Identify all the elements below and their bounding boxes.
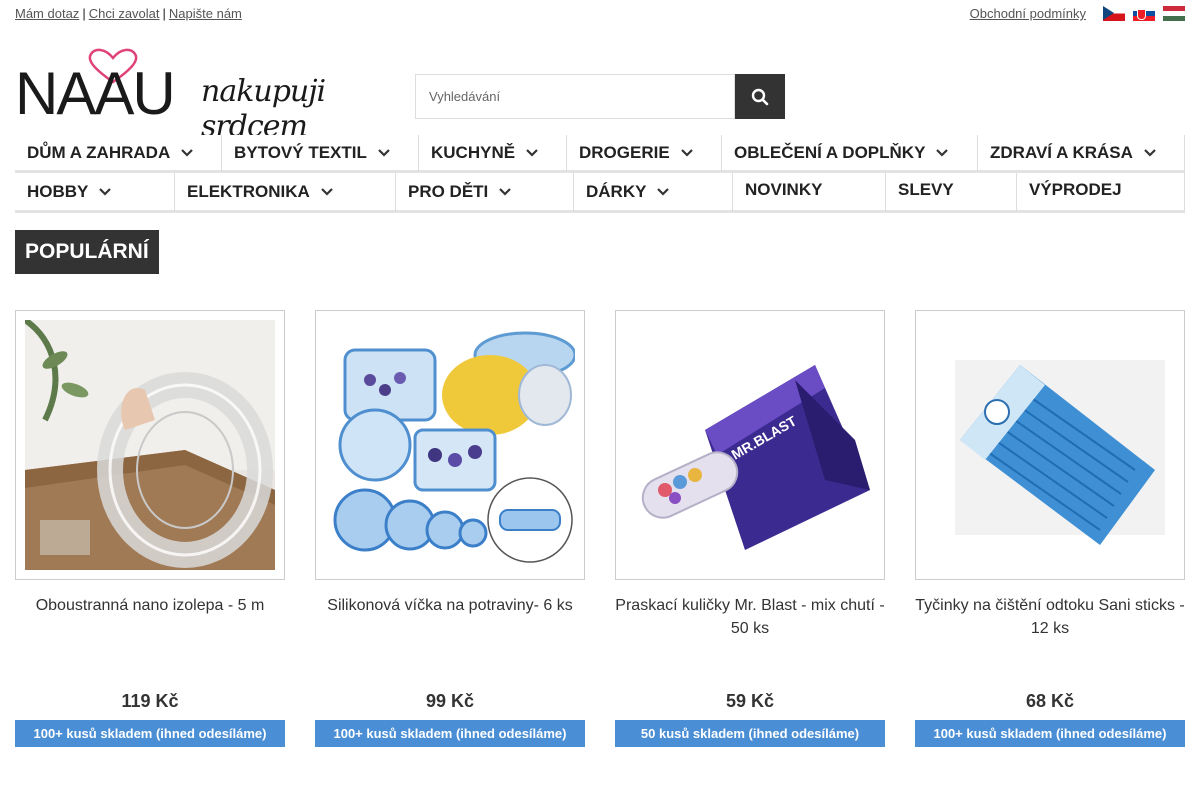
nav-item-hobby[interactable]: HOBBY [15, 173, 175, 213]
czech-flag-icon[interactable] [1103, 6, 1125, 21]
hungarian-flag-icon[interactable] [1163, 6, 1185, 21]
nav-item-kitchen[interactable]: KUCHYNĚ [419, 135, 567, 173]
product-image-frame[interactable] [15, 310, 285, 580]
separator: | [162, 6, 166, 21]
section-title: POPULÁRNÍ [15, 230, 159, 274]
nav-item-label: DROGERIE [579, 142, 670, 162]
chevron-down-icon [656, 187, 670, 197]
product-price: 68 Kč [1025, 691, 1075, 711]
nav-item-label: ZDRAVÍ A KRÁSA [990, 142, 1133, 162]
product-image-frame[interactable] [915, 310, 1185, 580]
product-price: 119 Kč [121, 691, 179, 711]
product-image-frame[interactable] [315, 310, 585, 580]
link-write-us[interactable]: Napište nám [169, 6, 242, 21]
nav-item-label: KUCHYNĚ [431, 142, 516, 162]
product-image-sani-sticks[interactable] [925, 320, 1175, 570]
nav-item-clearance[interactable]: VÝPRODEJ [1017, 173, 1185, 213]
product-card[interactable]: Silikonová víčka na potraviny- 6 ks 99 K… [315, 310, 585, 747]
product-grid: Oboustranná nano izolepa - 5 m 119 Kč 10… [15, 310, 1185, 747]
nav-item-label: DÁRKY [586, 181, 647, 201]
nav-item-label: ELEKTRONIKA [187, 181, 310, 201]
stock-badge: 100+ kusů skladem (ihned odesíláme) [915, 720, 1185, 747]
nav-item-label: SLEVY [898, 180, 954, 199]
chevron-down-icon [1143, 148, 1157, 158]
nav-item-electronics[interactable]: ELEKTRONIKA [175, 173, 396, 213]
link-call-me[interactable]: Chci zavolat [89, 6, 160, 21]
search-button[interactable] [735, 74, 785, 119]
nav-item-label: DŮM A ZAHRADA [27, 142, 171, 162]
chevron-down-icon [525, 148, 539, 158]
nav-item-new[interactable]: NOVINKY [733, 173, 886, 213]
top-links: Mám dotaz | Chci zavolat | Napište nám [15, 6, 242, 21]
chevron-down-icon [377, 148, 391, 158]
stock-badge: 50 kusů skladem (ihned odesíláme) [615, 720, 885, 747]
link-terms[interactable]: Obchodní podmínky [970, 6, 1086, 21]
nav-item-home-textile[interactable]: BYTOVÝ TEXTIL [222, 135, 419, 173]
slovak-flag-icon[interactable] [1133, 6, 1155, 21]
nav-row-2: HOBBY ELEKTRONIKA PRO DĚTI DÁRKY NOVINKY… [15, 173, 1185, 213]
nav-row-1: DŮM A ZAHRADA BYTOVÝ TEXTIL KUCHYNĚ DROG… [15, 135, 1185, 173]
product-name[interactable]: Tyčinky na čištění odtoku Sani sticks - … [915, 594, 1185, 686]
product-name[interactable]: Praskací kuličky Mr. Blast - mix chutí -… [615, 594, 885, 686]
search-icon [751, 88, 769, 105]
nav-item-label: PRO DĚTI [408, 181, 489, 201]
product-image-mr-blast[interactable]: MR.BLAST [625, 320, 875, 570]
chevron-down-icon [935, 148, 949, 158]
nav-item-home-garden[interactable]: DŮM A ZAHRADA [15, 135, 222, 173]
nav-item-label: HOBBY [27, 181, 89, 201]
product-image-silicone-lids[interactable] [325, 320, 575, 570]
logo-slogan: nakupuji srdcem [201, 74, 326, 144]
top-right: Obchodní podmínky [970, 6, 1185, 21]
link-ask-question[interactable]: Mám dotaz [15, 6, 79, 21]
nav-item-label: NOVINKY [745, 180, 823, 199]
product-price: 59 Kč [725, 691, 775, 711]
nav-item-sale[interactable]: SLEVY [886, 173, 1017, 213]
chevron-down-icon [680, 148, 694, 158]
product-name[interactable]: Silikonová víčka na potraviny- 6 ks [315, 594, 585, 686]
nav-item-label: OBLEČENÍ A DOPLŇKY [734, 142, 926, 162]
nav-item-drugstore[interactable]: DROGERIE [567, 135, 722, 173]
site-logo[interactable]: NAAU nakupuji srdcem [15, 44, 385, 144]
nav-item-gifts[interactable]: DÁRKY [574, 173, 733, 213]
stock-badge: 100+ kusů skladem (ihned odesíláme) [15, 720, 285, 747]
product-price: 99 Kč [425, 691, 475, 711]
stock-badge: 100+ kusů skladem (ihned odesíláme) [315, 720, 585, 747]
product-name[interactable]: Oboustranná nano izolepa - 5 m [15, 594, 285, 686]
nav-item-clothing[interactable]: OBLEČENÍ A DOPLŇKY [722, 135, 978, 173]
logo-wordmark: NAAU [15, 60, 176, 127]
chevron-down-icon [498, 187, 512, 197]
chevron-down-icon [98, 187, 112, 197]
nav-item-label: VÝPRODEJ [1029, 180, 1122, 199]
nav-item-label: BYTOVÝ TEXTIL [234, 142, 367, 162]
chevron-down-icon [180, 148, 194, 158]
separator: | [82, 6, 86, 21]
product-card[interactable]: Oboustranná nano izolepa - 5 m 119 Kč 10… [15, 310, 285, 747]
product-image-nano-tape[interactable] [25, 320, 275, 570]
search-bar [415, 74, 785, 119]
nav-item-kids[interactable]: PRO DĚTI [396, 173, 574, 213]
main-navigation: DŮM A ZAHRADA BYTOVÝ TEXTIL KUCHYNĚ DROG… [15, 135, 1185, 213]
product-card[interactable]: Tyčinky na čištění odtoku Sani sticks - … [915, 310, 1185, 747]
nav-item-health-beauty[interactable]: ZDRAVÍ A KRÁSA [978, 135, 1185, 173]
product-image-frame[interactable]: MR.BLAST [615, 310, 885, 580]
search-input[interactable] [415, 74, 735, 119]
chevron-down-icon [320, 187, 334, 197]
product-card[interactable]: MR.BLAST Praskací kuličky Mr. Blast - mi… [615, 310, 885, 747]
